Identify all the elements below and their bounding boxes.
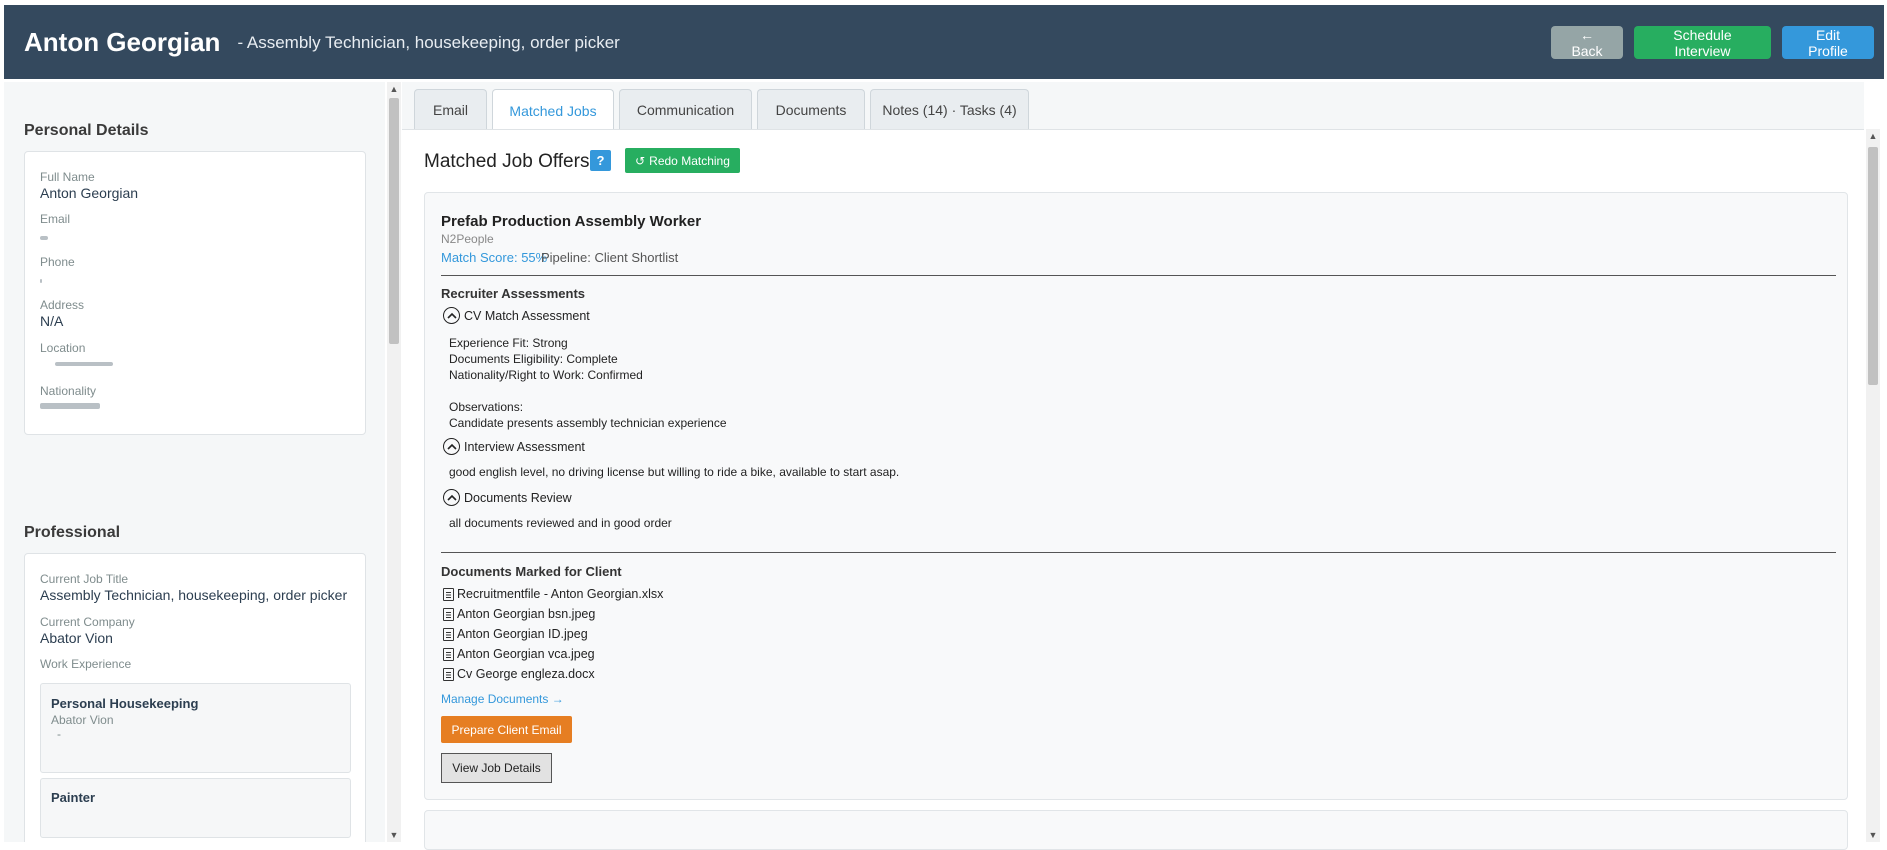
document-item[interactable]: Cv George engleza.docx — [443, 667, 595, 681]
redo-icon: ↺ — [635, 153, 646, 168]
documents-review-text: all documents reviewed and in good order — [449, 516, 672, 530]
work-experience-company: Abator Vion — [51, 713, 114, 727]
tab-notes-tasks[interactable]: Notes (14) · Tasks (4) — [870, 89, 1029, 129]
professional-card: Current Job Title Assembly Technician, h… — [24, 553, 366, 842]
document-item[interactable]: Recruitmentfile - Anton Georgian.xlsx — [443, 587, 663, 601]
document-icon — [443, 587, 454, 601]
location-label: Location — [40, 341, 86, 355]
work-experience-title: Painter — [51, 790, 96, 805]
cv-match-label: CV Match Assessment — [464, 308, 590, 323]
document-icon — [443, 607, 454, 621]
phone-label: Phone — [40, 255, 75, 269]
personal-details-title: Personal Details — [24, 122, 149, 139]
cv-match-toggle[interactable]: CV Match Assessment — [443, 307, 590, 324]
document-item[interactable]: Anton Georgian ID.jpeg — [443, 627, 588, 641]
email-value — [40, 236, 48, 240]
candidate-subtitle: - Assembly Technician, housekeeping, ord… — [237, 33, 620, 52]
full-name-label: Full Name — [40, 170, 95, 184]
full-name-value: Anton Georgian — [40, 185, 139, 201]
matched-job-offers-title: Matched Job Offers — [424, 151, 590, 172]
email-label: Email — [40, 212, 71, 226]
company-value: Abator Vion — [40, 630, 113, 646]
nationality-value — [40, 403, 100, 409]
edit-profile-button[interactable]: Edit Profile — [1782, 26, 1874, 59]
job-company: N2People — [441, 232, 494, 246]
help-button[interactable]: ? — [590, 150, 611, 171]
cv-match-text: Experience Fit: Strong Documents Eligibi… — [449, 336, 727, 430]
document-icon — [443, 667, 454, 681]
scroll-down-icon[interactable]: ▼ — [387, 828, 401, 842]
address-value: N/A — [40, 313, 64, 329]
header-actions: ← Back Schedule Interview Edit Profile — [1551, 26, 1874, 59]
work-experience-title: Personal Housekeeping — [51, 696, 199, 711]
tab-matched-jobs[interactable]: Matched Jobs — [492, 89, 614, 131]
work-experience-item: Painter — [40, 778, 351, 838]
main-scroll-thumb[interactable] — [1868, 147, 1878, 385]
interview-assessment-label: Interview Assessment — [464, 439, 585, 454]
left-scrollbar[interactable]: ▲ ▼ — [387, 82, 401, 842]
redo-matching-button[interactable]: ↺ Redo Matching — [625, 148, 740, 173]
job-title-label: Current Job Title — [40, 572, 129, 586]
document-icon — [443, 647, 454, 661]
job-offer-card — [424, 810, 1848, 850]
company-label: Current Company — [40, 615, 135, 629]
document-item[interactable]: Anton Georgian bsn.jpeg — [443, 607, 595, 621]
redo-matching-label: Redo Matching — [649, 153, 730, 168]
document-icon — [443, 627, 454, 641]
tab-communication[interactable]: Communication — [619, 89, 752, 129]
main-scrollbar[interactable]: ▲ ▼ — [1866, 129, 1880, 842]
work-experience-period: - — [57, 727, 61, 741]
documents-review-label: Documents Review — [464, 490, 572, 505]
recruiter-assessments-title: Recruiter Assessments — [441, 286, 586, 301]
chevron-up-icon — [443, 438, 460, 455]
phone-value — [40, 279, 42, 283]
document-name: Cv George engleza.docx — [457, 667, 595, 681]
match-score: Match Score: 55% — [441, 250, 548, 265]
back-button[interactable]: ← Back — [1551, 26, 1623, 59]
view-job-details-button[interactable]: View Job Details — [441, 753, 552, 783]
scroll-up-icon[interactable]: ▲ — [1866, 129, 1880, 143]
personal-details-card: Full Name Anton Georgian Email Phone Add… — [24, 151, 366, 435]
documents-marked-title: Documents Marked for Client — [441, 564, 622, 579]
pipeline-status: Pipeline: Client Shortlist — [541, 250, 679, 265]
document-name: Anton Georgian bsn.jpeg — [457, 607, 596, 621]
prepare-client-email-button[interactable]: Prepare Client Email — [441, 716, 572, 743]
manage-documents-link[interactable]: Manage Documents → — [441, 692, 564, 706]
document-name: Anton Georgian ID.jpeg — [457, 627, 588, 641]
scroll-up-icon[interactable]: ▲ — [387, 82, 401, 96]
location-value — [55, 362, 113, 366]
professional-title: Professional — [24, 524, 121, 541]
document-item[interactable]: Anton Georgian vca.jpeg — [443, 647, 595, 661]
divider — [441, 275, 1836, 276]
document-name: Anton Georgian vca.jpeg — [457, 647, 595, 661]
main-panel: Email Matched Jobs Communication Documen… — [402, 82, 1864, 850]
job-title-value: Assembly Technician, housekeeping, order… — [40, 587, 348, 603]
tab-documents[interactable]: Documents — [757, 89, 865, 129]
chevron-up-icon — [443, 489, 460, 506]
interview-assessment-toggle[interactable]: Interview Assessment — [443, 438, 585, 455]
document-name: Recruitmentfile - Anton Georgian.xlsx — [457, 587, 664, 601]
work-experience-item: Personal Housekeeping Abator Vion - — [40, 683, 351, 773]
interview-assessment-text: good english level, no driving license b… — [449, 465, 900, 479]
left-panel: Personal Details Full Name Anton Georgia… — [4, 82, 385, 842]
scroll-down-icon[interactable]: ▼ — [1866, 828, 1880, 842]
profile-header: Anton Georgian - Assembly Technician, ho… — [4, 5, 1884, 79]
candidate-name: Anton Georgian — [24, 26, 221, 57]
job-title: Prefab Production Assembly Worker — [441, 213, 702, 230]
left-scroll-thumb[interactable] — [389, 98, 399, 344]
address-label: Address — [40, 298, 85, 312]
tab-email[interactable]: Email — [414, 89, 487, 129]
nationality-label: Nationality — [40, 384, 97, 398]
schedule-interview-button[interactable]: Schedule Interview — [1634, 26, 1771, 59]
chevron-up-icon — [443, 307, 460, 324]
job-offer-card: Prefab Production Assembly Worker N2Peop… — [424, 192, 1848, 800]
work-experience-label: Work Experience — [40, 657, 132, 671]
matched-jobs-content: Matched Job Offers ? ↺ Redo Matching Pre… — [402, 129, 1864, 850]
tab-bar: Email Matched Jobs Communication Documen… — [414, 89, 1029, 131]
divider — [441, 552, 1836, 553]
documents-review-toggle[interactable]: Documents Review — [443, 489, 572, 506]
